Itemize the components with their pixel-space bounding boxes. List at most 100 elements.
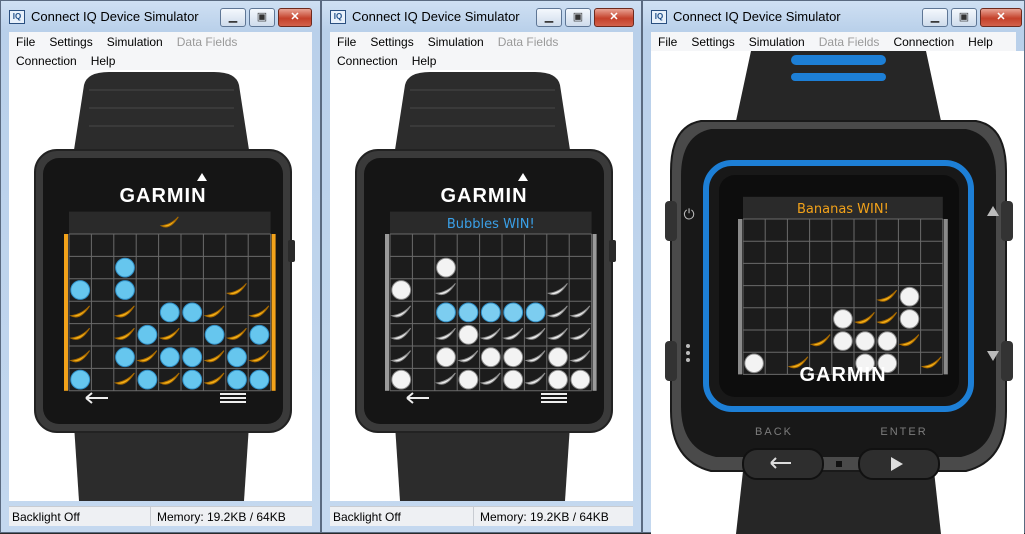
dots-icon xyxy=(686,358,690,362)
iq-app-icon: IQ xyxy=(330,10,346,24)
forerunner-device: Bananas WIN! GARMIN ⏻ BACK ENTER xyxy=(665,51,1013,534)
bubble-icon xyxy=(480,347,501,368)
dots-icon xyxy=(686,344,690,348)
bubble-icon xyxy=(249,324,270,345)
bubble-icon xyxy=(899,286,920,307)
menu-connection[interactable]: Connection xyxy=(330,54,405,68)
dots-icon xyxy=(686,351,690,355)
menu-data-fields[interactable]: Data Fields xyxy=(812,35,887,49)
menu-file[interactable]: File xyxy=(651,35,684,49)
side-button xyxy=(288,240,295,262)
garmin-logo: GARMIN xyxy=(119,185,206,207)
enter-label: ENTER xyxy=(880,426,927,438)
bubble-icon xyxy=(70,369,91,390)
menu-settings[interactable]: Settings xyxy=(363,35,420,49)
minimize-button[interactable]: ▁ xyxy=(536,8,562,27)
game-board xyxy=(64,211,276,392)
bubble-icon xyxy=(833,331,853,351)
vivoactive-device: GARMIN Bubbles WIN! xyxy=(355,72,616,501)
bubble-icon xyxy=(115,257,135,278)
game-board: Bananas WIN! xyxy=(738,196,948,375)
menu-settings[interactable]: Settings xyxy=(684,35,741,49)
bubble-icon xyxy=(159,302,180,323)
bubble-icon xyxy=(503,347,524,368)
bubble-icon xyxy=(436,347,456,368)
title-bar[interactable]: IQ Connect IQ Device Simulator ▁ ▣ ✕ xyxy=(322,1,641,32)
menu-settings[interactable]: Settings xyxy=(42,35,99,49)
lower-strap xyxy=(736,471,941,534)
bubble-icon xyxy=(436,257,456,278)
window-title: Connect IQ Device Simulator xyxy=(673,9,841,24)
bubble-icon xyxy=(204,324,225,345)
menu-simulation[interactable]: Simulation xyxy=(100,35,170,49)
bubble-icon xyxy=(115,347,135,368)
bubble-icon xyxy=(115,280,135,300)
bubble-icon xyxy=(503,369,524,390)
close-button[interactable]: ✕ xyxy=(594,8,634,27)
close-button[interactable]: ✕ xyxy=(278,8,312,27)
menu-data-fields[interactable]: Data Fields xyxy=(170,35,245,49)
minimize-button[interactable]: ▁ xyxy=(220,8,246,27)
down-button[interactable] xyxy=(1001,341,1013,381)
bubble-icon xyxy=(833,309,853,329)
menu-simulation[interactable]: Simulation xyxy=(421,35,491,49)
memory-status: Memory: 19.2KB / 64KB xyxy=(157,509,286,524)
garmin-logo: GARMIN xyxy=(440,185,527,207)
bubble-icon xyxy=(548,369,568,390)
menu-data-fields[interactable]: Data Fields xyxy=(491,35,566,49)
maximize-button[interactable]: ▣ xyxy=(565,8,591,27)
bubble-icon xyxy=(744,353,764,374)
iq-app-icon: IQ xyxy=(9,10,25,24)
close-button[interactable]: ✕ xyxy=(980,8,1022,27)
title-bar[interactable]: IQ Connect IQ Device Simulator ▁ ▣ ✕ xyxy=(643,1,1024,32)
maximize-button[interactable]: ▣ xyxy=(249,8,275,27)
strap-accent xyxy=(791,55,886,65)
menu-file[interactable]: File xyxy=(9,35,42,49)
bubble-icon xyxy=(899,309,920,329)
maximize-button[interactable]: ▣ xyxy=(951,8,977,27)
win-message: Bananas WIN! xyxy=(797,202,889,217)
menu-help[interactable]: Help xyxy=(961,35,1000,49)
light-button[interactable] xyxy=(665,341,677,381)
upper-strap xyxy=(395,72,570,150)
side-bar-right xyxy=(943,219,948,375)
menu-simulation[interactable]: Simulation xyxy=(742,35,812,49)
bubble-icon xyxy=(570,369,591,390)
menu-help[interactable]: Help xyxy=(84,54,123,68)
status-bar: Backlight Off Memory: 19.2KB / 64KB xyxy=(330,506,633,526)
bubble-icon xyxy=(877,331,898,351)
side-bar-left xyxy=(64,234,68,391)
menu-connection[interactable]: Connection xyxy=(886,35,961,49)
simulator-window-2: IQ Connect IQ Device Simulator ▁ ▣ ✕ Fil… xyxy=(321,0,642,533)
menu-bar: File Settings Simulation Data Fields Con… xyxy=(330,32,633,70)
simulator-window-1: IQ Connect IQ Device Simulator ▁ ▣ ✕ Fil… xyxy=(0,0,321,533)
up-button[interactable] xyxy=(1001,201,1013,241)
side-bar-left xyxy=(385,234,389,391)
bubble-icon xyxy=(182,369,203,390)
menu-bar: File Settings Simulation Data Fields Con… xyxy=(651,32,1016,51)
bubble-icon xyxy=(525,302,546,323)
lower-strap xyxy=(395,425,570,501)
power-icon: ⏻ xyxy=(683,206,694,222)
menu-connection[interactable]: Connection xyxy=(9,54,84,68)
bubble-icon xyxy=(458,324,479,345)
power-button[interactable] xyxy=(665,201,677,241)
side-bar-right xyxy=(592,234,597,391)
bubble-icon xyxy=(182,347,203,368)
minimize-button[interactable]: ▁ xyxy=(922,8,948,27)
menu-help[interactable]: Help xyxy=(405,54,444,68)
lower-strap xyxy=(74,425,249,501)
bubble-icon xyxy=(548,347,568,368)
title-bar[interactable]: IQ Connect IQ Device Simulator ▁ ▣ ✕ xyxy=(1,1,320,32)
vivoactive-device: GARMIN xyxy=(34,72,295,501)
strap-accent xyxy=(791,73,886,81)
window-title: Connect IQ Device Simulator xyxy=(31,9,199,24)
side-bar-right xyxy=(271,234,276,391)
bubble-icon xyxy=(249,369,270,390)
bubble-icon xyxy=(855,331,875,351)
bubble-icon xyxy=(137,324,158,345)
menu-file[interactable]: File xyxy=(330,35,363,49)
iq-app-icon: IQ xyxy=(651,10,667,24)
menu-bar: File Settings Simulation Data Fields Con… xyxy=(9,32,312,70)
side-button xyxy=(609,240,616,262)
